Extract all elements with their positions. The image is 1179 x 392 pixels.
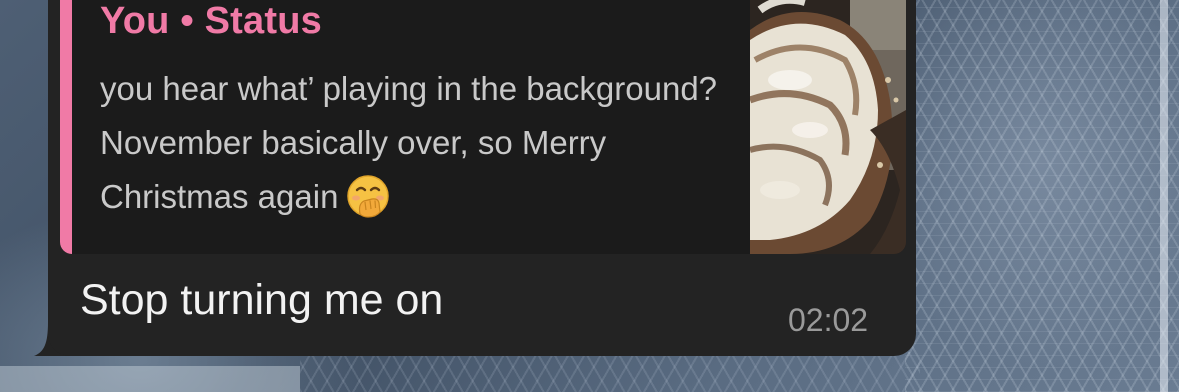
cinnamon-roll-image xyxy=(750,0,906,254)
reply-quote-accent-bar xyxy=(60,0,72,254)
reply-quote-sender: You • Status xyxy=(100,0,322,43)
wallpaper-lace-pattern xyxy=(905,0,1179,392)
message-body: Stop turning me on xyxy=(80,276,444,324)
reply-quote-text: you hear what’ playing in the background… xyxy=(100,62,740,224)
reply-quote-thumbnail[interactable] xyxy=(750,0,906,254)
reply-quote-sender-name: You xyxy=(100,0,170,42)
wallpaper-lace-pattern-bottom xyxy=(300,352,920,392)
reply-quote-text-content: you hear what’ playing in the background… xyxy=(100,70,718,215)
reply-quote-separator: • xyxy=(180,0,194,42)
message-timestamp: 02:02 xyxy=(788,302,869,338)
reply-quote-context: Status xyxy=(204,0,322,42)
wallpaper-floor-highlight xyxy=(0,366,300,392)
wallpaper-light-band xyxy=(1160,0,1168,392)
face-with-hand-over-mouth-icon xyxy=(347,175,390,218)
